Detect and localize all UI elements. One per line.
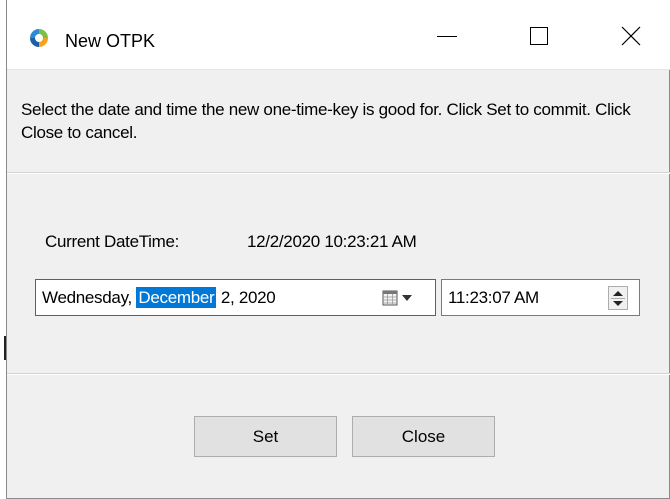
instructions-text: Select the date and time the new one-tim… (21, 100, 631, 142)
date-weekday: Wednesday, (42, 288, 137, 307)
date-picker[interactable]: Wednesday, December 2, 2020 (35, 279, 436, 316)
minimize-icon (437, 35, 457, 37)
close-button[interactable]: Close (352, 416, 495, 457)
close-window-button[interactable] (601, 14, 661, 58)
spin-down-icon[interactable] (613, 301, 623, 306)
maximize-button[interactable] (509, 14, 569, 58)
date-picker-value[interactable]: Wednesday, December 2, 2020 (42, 287, 276, 308)
spinner-icon[interactable] (608, 286, 628, 310)
separator (7, 172, 670, 174)
dialog-window: New OTPK Select the date and time the ne… (6, 0, 670, 499)
separator (7, 373, 670, 375)
window-title: New OTPK (65, 31, 156, 51)
current-datetime-value: 12/2/2020 10:23:21 AM (247, 232, 417, 251)
current-datetime-label: Current DateTime: (45, 232, 180, 251)
maximize-icon (530, 27, 548, 45)
date-day-year: 2, 2020 (216, 288, 276, 307)
close-icon (621, 26, 641, 46)
date-month-selected[interactable]: December (136, 287, 217, 308)
chevron-down-icon[interactable] (402, 295, 412, 301)
otpk-app-icon (30, 29, 48, 47)
time-picker-value[interactable]: 11:23:07 AM (448, 288, 539, 308)
spinner-divider (611, 298, 625, 299)
time-picker[interactable]: 11:23:07 AM (441, 279, 640, 316)
title-bar[interactable]: New OTPK (7, 0, 670, 70)
calendar-icon[interactable] (382, 290, 398, 306)
spin-up-icon[interactable] (613, 291, 623, 296)
set-button[interactable]: Set (194, 416, 337, 457)
minimize-button[interactable] (417, 14, 477, 58)
